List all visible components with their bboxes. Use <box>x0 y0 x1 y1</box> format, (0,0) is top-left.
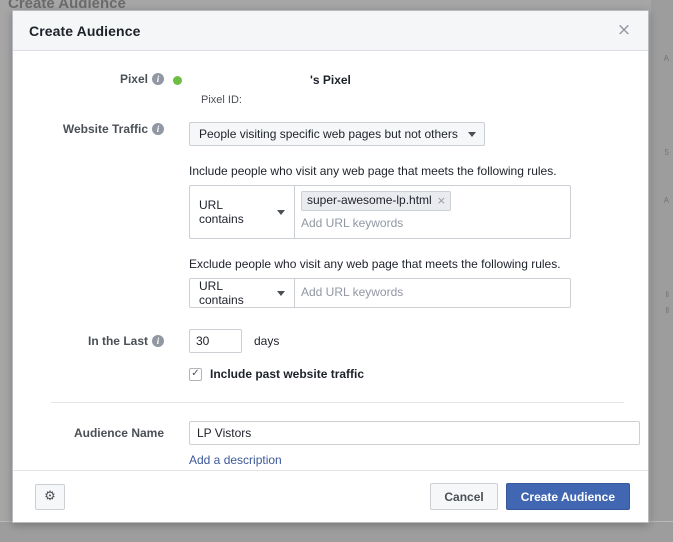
dialog-body: Pixel i 's Pixel Pixel ID: Website Traff… <box>13 51 648 470</box>
background-bottom-bar <box>0 521 673 542</box>
in-the-last-label-group: In the Last i <box>13 334 173 348</box>
website-traffic-label-group: Website Traffic i <box>13 122 173 136</box>
days-unit-label: days <box>254 334 280 348</box>
info-icon[interactable]: i <box>152 335 164 347</box>
background-text-fragment: 5 <box>664 148 669 157</box>
audience-name-input[interactable] <box>189 421 640 445</box>
create-audience-button[interactable]: Create Audience <box>505 483 630 510</box>
include-url-keywords-input[interactable] <box>301 216 551 230</box>
include-rules-section: Include people who visit any web page th… <box>189 164 648 239</box>
chevron-down-icon <box>467 131 476 137</box>
include-past-traffic-checkbox[interactable]: ✓ <box>189 367 202 381</box>
days-input[interactable] <box>189 329 242 353</box>
chevron-down-icon <box>277 209 285 215</box>
pixel-field-col: 's Pixel Pixel ID: <box>173 72 648 106</box>
create-audience-dialog: Create Audience × Pixel i 's Pixel Pixel… <box>12 10 649 523</box>
remove-token-icon[interactable]: × <box>437 193 446 208</box>
exclude-url-keywords-input[interactable] <box>301 285 551 299</box>
pixel-status-row: 's Pixel <box>173 72 648 88</box>
exclude-rule-row: URL contains <box>189 278 571 308</box>
include-rule-operator-select[interactable]: URL contains <box>190 186 295 238</box>
dialog-header: Create Audience × <box>13 11 648 51</box>
background-right-column <box>651 0 673 542</box>
include-past-traffic-label[interactable]: Include past website traffic <box>210 367 364 381</box>
gear-icon[interactable]: ⚙ <box>35 483 65 510</box>
website-traffic-field-col: People visiting specific web pages but n… <box>173 122 648 146</box>
in-the-last-label: In the Last <box>87 334 148 348</box>
pixel-row: Pixel i 's Pixel Pixel ID: <box>13 51 648 106</box>
cancel-button[interactable]: Cancel <box>430 483 498 510</box>
audience-name-row: Audience Name <box>13 421 648 445</box>
pixel-id-label: Pixel ID: <box>201 94 242 106</box>
include-rule-values: super-awesome-lp.html × <box>295 186 570 238</box>
exclude-rules-description: Exclude people who visit any web page th… <box>189 257 561 271</box>
chevron-down-icon <box>277 290 285 296</box>
exclude-rules-section: Exclude people who visit any web page th… <box>189 257 648 308</box>
add-description-link[interactable]: Add a description <box>189 453 282 467</box>
dialog-footer: ⚙ Cancel Create Audience <box>13 470 648 522</box>
pixel-status-dot <box>173 76 182 85</box>
url-keyword-token: super-awesome-lp.html × <box>301 191 451 211</box>
background-text-fragment: li <box>665 290 669 299</box>
audience-name-field-col <box>173 421 648 445</box>
include-past-traffic-row[interactable]: ✓ Include past website traffic <box>189 367 648 381</box>
website-traffic-row: Website Traffic i People visiting specif… <box>13 106 648 146</box>
close-icon[interactable]: × <box>614 21 634 41</box>
pixel-label: Pixel <box>119 72 148 86</box>
include-rules-description: Include people who visit any web page th… <box>189 164 557 178</box>
pixel-label-group: Pixel i <box>13 72 173 86</box>
background-text-fragment: ll <box>665 306 669 315</box>
exclude-rule-operator-select[interactable]: URL contains <box>190 279 295 307</box>
exclude-rule-operator-label: URL contains <box>199 279 244 307</box>
footer-actions: Cancel Create Audience <box>430 483 630 510</box>
in-the-last-field-col: days <box>173 329 648 353</box>
audience-name-label-group: Audience Name <box>13 426 173 440</box>
section-divider <box>51 402 624 403</box>
include-rule-row: URL contains super-awesome-lp.html × <box>189 185 571 239</box>
website-traffic-selected-value: People visiting specific web pages but n… <box>199 127 458 141</box>
website-traffic-label: Website Traffic <box>62 122 148 136</box>
in-the-last-row: In the Last i days <box>13 329 648 353</box>
pixel-name: 's Pixel <box>310 73 351 87</box>
audience-name-label: Audience Name <box>73 426 164 440</box>
exclude-rule-values <box>295 279 570 307</box>
include-rule-operator-label: URL contains <box>199 198 244 226</box>
background-text-fragment: A <box>663 196 669 205</box>
info-icon[interactable]: i <box>152 123 164 135</box>
background-text-fragment: A <box>663 54 669 63</box>
page-title: Create Audience <box>29 22 141 39</box>
website-traffic-select[interactable]: People visiting specific web pages but n… <box>189 122 485 146</box>
url-keyword-token-label: super-awesome-lp.html <box>307 193 432 207</box>
info-icon[interactable]: i <box>152 73 164 85</box>
